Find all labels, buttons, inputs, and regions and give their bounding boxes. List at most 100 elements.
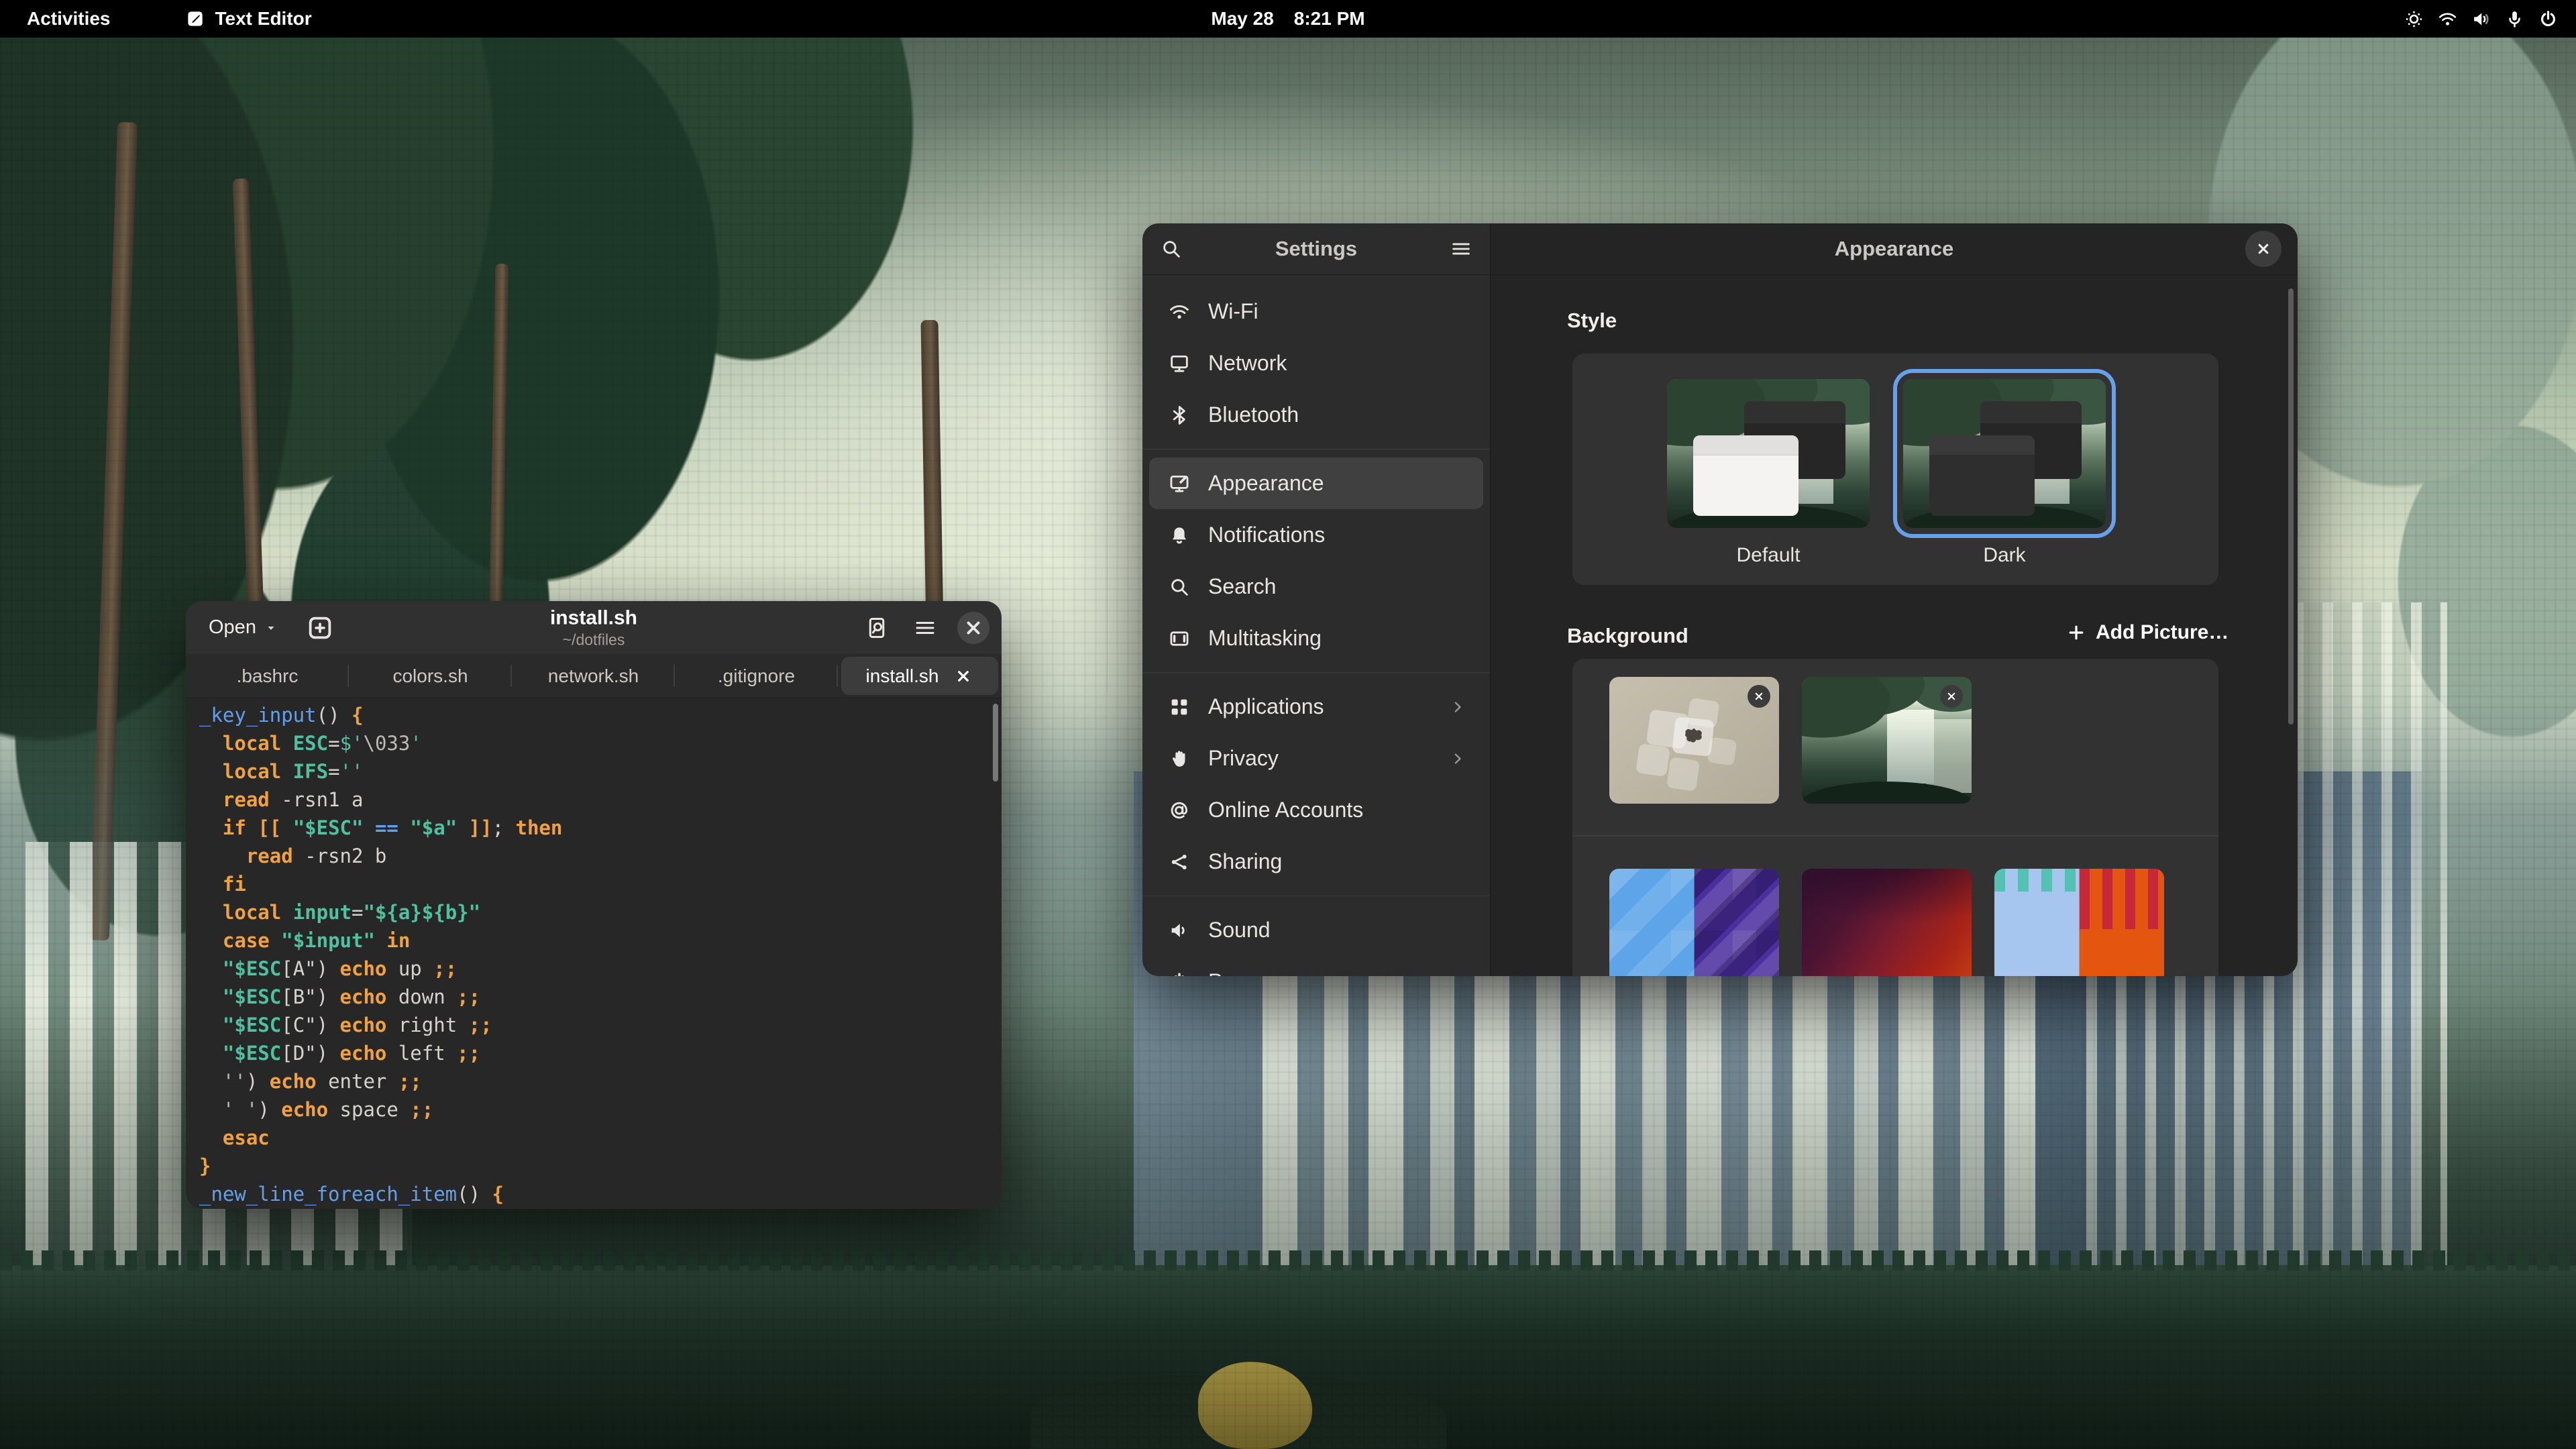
sidebar-item-label: Search xyxy=(1208,574,1467,599)
sidebar-item-label: Appearance xyxy=(1208,471,1467,496)
code-line: ' ') echo space ;; xyxy=(199,1095,1002,1124)
code-line: "$ESC[D") echo left ;; xyxy=(199,1039,1002,1067)
code-line: case "$input" in xyxy=(199,926,1002,955)
background-thumbnail-blue-orange-drips-wallpaper[interactable] xyxy=(1994,869,2164,976)
clock-time: 8:21 PM xyxy=(1294,8,1365,30)
open-button-label: Open xyxy=(209,616,256,639)
editor-code-area[interactable]: _key_input() { local ESC=$'\033' local I… xyxy=(186,698,1002,1209)
editor-document-path: ~/dotfiles xyxy=(550,631,637,649)
preview-front-window xyxy=(1929,435,2035,516)
sidebar-item-search[interactable]: Search xyxy=(1149,561,1483,612)
wifi-icon xyxy=(2437,9,2458,30)
sidebar-item-power[interactable]: Power xyxy=(1149,956,1483,976)
sidebar-item-label: Online Accounts xyxy=(1208,798,1467,822)
sidebar-item-network[interactable]: Network xyxy=(1149,337,1483,389)
settings-menu-button[interactable] xyxy=(1450,237,1472,260)
chevron-right-icon xyxy=(1448,749,1467,768)
chevron-right-icon xyxy=(1448,698,1467,716)
editor-document-title: install.sh xyxy=(550,606,637,629)
search-button[interactable] xyxy=(1160,237,1183,260)
network-icon xyxy=(1168,352,1191,375)
desktop: Activities Text Editor May 28 8:21 PM Op… xyxy=(0,0,2576,1449)
share-icon xyxy=(1168,851,1191,873)
sidebar-item-label: Bluetooth xyxy=(1208,402,1467,427)
background-thumbnail-light-abstract-wallpaper[interactable] xyxy=(1609,677,1779,804)
sidebar-item-label: Power xyxy=(1208,969,1467,976)
style-option-dark[interactable]: Dark xyxy=(1903,379,2106,567)
remove-background-button[interactable] xyxy=(1940,685,1963,708)
focused-app-indicator[interactable]: Text Editor xyxy=(184,8,312,30)
settings-sidebar-list: Wi-Fi Network Bluetooth Appearance Notificat… xyxy=(1142,275,1490,976)
editor-headerbar: Open install.sh ~/dotfiles xyxy=(186,601,1002,654)
editor-close-button[interactable] xyxy=(957,612,989,644)
code-line: '') echo enter ;; xyxy=(199,1067,1002,1095)
document-overview-button[interactable] xyxy=(861,612,893,644)
tab-label: .gitignore xyxy=(718,665,795,687)
settings-main-panel: Appearance Style DefaultDark Background … xyxy=(1491,223,2298,976)
new-tab-button[interactable] xyxy=(305,612,335,643)
settings-panel-header: Appearance xyxy=(1491,223,2298,275)
bell-icon xyxy=(1168,524,1191,547)
sidebar-item-label: Network xyxy=(1208,351,1467,376)
sidebar-item-label: Privacy xyxy=(1208,746,1431,771)
tab-label: colors.sh xyxy=(392,665,468,687)
activities-button[interactable]: Activities xyxy=(17,5,120,32)
sidebar-item-bluetooth[interactable]: Bluetooth xyxy=(1149,389,1483,441)
document-overview-icon xyxy=(865,616,889,640)
sidebar-item-multitasking[interactable]: Multitasking xyxy=(1149,612,1483,664)
tab-gitignore[interactable]: .gitignore xyxy=(675,654,838,698)
code-line: if [[ "$ESC" == "$a" ]]; then xyxy=(199,814,1002,842)
editor-menu-button[interactable] xyxy=(909,612,941,644)
style-option-default[interactable]: Default xyxy=(1667,379,1870,567)
sidebar-item-online-accounts[interactable]: Online Accounts xyxy=(1149,784,1483,836)
background-heading: Background xyxy=(1567,624,1688,648)
speaker-icon xyxy=(1168,919,1191,942)
hand-icon xyxy=(1168,747,1191,770)
settings-close-button[interactable] xyxy=(2245,231,2282,267)
multitasking-icon xyxy=(1168,627,1191,650)
at-icon xyxy=(1168,799,1191,822)
top-bar: Activities Text Editor May 28 8:21 PM xyxy=(0,0,2576,38)
grid-icon xyxy=(1168,696,1191,718)
sidebar-divider xyxy=(1142,441,1490,458)
sidebar-item-notifications[interactable]: Notifications xyxy=(1149,509,1483,561)
code-line: local ESC=$'\033' xyxy=(199,729,1002,757)
sidebar-item-label: Sound xyxy=(1208,918,1467,943)
editor-tab-bar: .bashrc colors.sh network.sh .gitignore inst… xyxy=(186,654,1002,698)
brightness-icon xyxy=(2404,9,2424,30)
appearance-icon xyxy=(1168,472,1191,495)
background-thumbnail-blue-purple-geometric-wallpaper[interactable] xyxy=(1609,869,1779,976)
background-thumbnail-maroon-red-waves-wallpaper[interactable] xyxy=(1802,869,1972,976)
tab-bashrc[interactable]: .bashrc xyxy=(186,654,349,698)
preview-front-window xyxy=(1693,435,1799,516)
tab-colors-sh[interactable]: colors.sh xyxy=(349,654,512,698)
clock-button[interactable]: May 28 8:21 PM xyxy=(1211,8,1364,30)
sidebar-item-appearance[interactable]: Appearance xyxy=(1149,458,1483,509)
sidebar-item-sound[interactable]: Sound xyxy=(1149,904,1483,956)
settings-scrollbar-thumb[interactable] xyxy=(2288,288,2294,724)
open-button[interactable]: Open xyxy=(198,610,290,645)
sidebar-item-privacy[interactable]: Privacy xyxy=(1149,733,1483,784)
background-thumbnail-forest-waterfall-wallpaper[interactable] xyxy=(1802,677,1972,804)
clock-date: May 28 xyxy=(1211,8,1273,30)
sidebar-item-sharing[interactable]: Sharing xyxy=(1149,836,1483,888)
sidebar-item-applications[interactable]: Applications xyxy=(1149,681,1483,733)
add-picture-label: Add Picture… xyxy=(2096,621,2229,644)
tab-network-sh[interactable]: network.sh xyxy=(512,654,675,698)
panel-title: Appearance xyxy=(1835,237,1953,261)
editor-scrollbar-thumb[interactable] xyxy=(993,704,998,782)
settings-sidebar-header: Settings xyxy=(1142,223,1490,275)
tab-close-button[interactable] xyxy=(953,666,973,686)
add-picture-button[interactable]: Add Picture… xyxy=(2055,614,2239,651)
tab-install-sh[interactable]: install.sh xyxy=(841,657,998,695)
sidebar-item-label: Notifications xyxy=(1208,523,1467,547)
remove-background-button[interactable] xyxy=(1748,685,1770,708)
code-line: local IFS='' xyxy=(199,757,1002,786)
settings-title: Settings xyxy=(1275,237,1357,261)
sidebar-item-wi-fi[interactable]: Wi-Fi xyxy=(1149,286,1483,337)
plus-icon xyxy=(2066,623,2086,643)
style-heading: Style xyxy=(1567,309,1617,333)
power-icon xyxy=(1168,971,1191,977)
system-status-area[interactable] xyxy=(2404,0,2559,38)
sidebar-divider xyxy=(1142,664,1490,681)
